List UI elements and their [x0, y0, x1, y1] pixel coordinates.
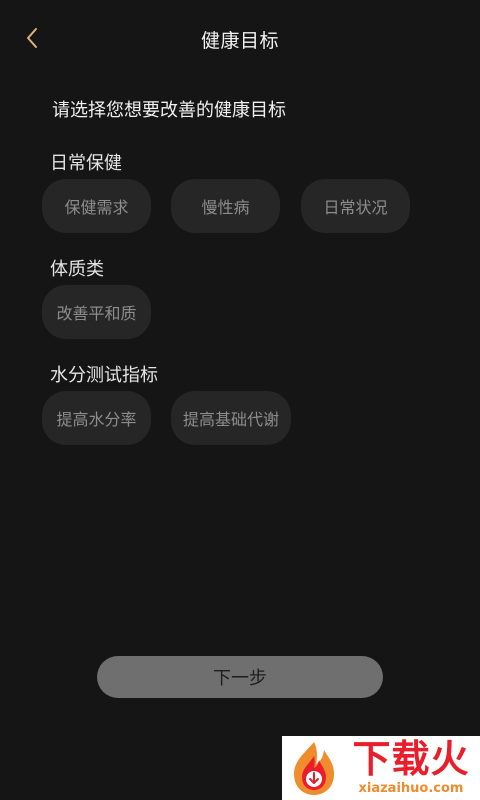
- flame-download-icon: [294, 742, 334, 795]
- option-chip[interactable]: 提高水分率: [42, 391, 151, 445]
- watermark-brand: 下载火: [352, 737, 470, 781]
- top-bar: 健康目标: [0, 0, 480, 76]
- option-chip[interactable]: 保健需求: [42, 179, 151, 233]
- selection-prompt: 请选择您想要改善的健康目标: [52, 100, 286, 121]
- next-step-button[interactable]: 下一步: [97, 656, 383, 698]
- section-title-daily-care: 日常保健: [50, 153, 122, 174]
- section-title-water-test: 水分测试指标: [50, 365, 158, 386]
- option-chip[interactable]: 慢性病: [171, 179, 280, 233]
- watermark-domain: xiazaihuo.com: [358, 781, 464, 796]
- page-title: 健康目标: [200, 30, 279, 52]
- option-chip[interactable]: 提高基础代谢: [171, 391, 291, 445]
- option-chip[interactable]: 日常状况: [301, 179, 410, 233]
- section-title-constitution: 体质类: [50, 259, 104, 280]
- option-chip[interactable]: 改善平和质: [42, 285, 151, 339]
- watermark-logo: 下载火 xiazaihuo.com: [282, 736, 480, 800]
